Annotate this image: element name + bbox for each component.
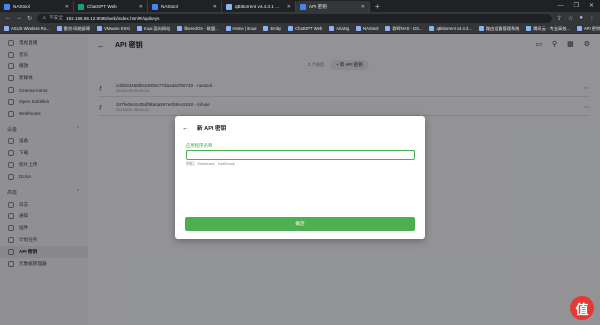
bookmarks-bar: ASUS Wireless Ro... 雷池-网络屏障 VMware ESXi Kua… bbox=[0, 24, 600, 34]
bookmark-item[interactable]: API 密钥 - DSGM... bbox=[576, 25, 600, 32]
window-controls: — ❐ ✕ bbox=[558, 1, 600, 12]
bookmark-item[interactable]: VMware ESXi bbox=[97, 26, 130, 31]
bookmark-item[interactable]: Emby bbox=[263, 26, 281, 31]
bookmark-label: ASUS Wireless Ro... bbox=[11, 26, 50, 31]
browser-tab[interactable]: API 密钥 ✕ bbox=[296, 1, 370, 12]
new-tab-button[interactable]: + bbox=[370, 1, 385, 12]
bookmark-favicon-icon bbox=[356, 26, 362, 31]
menu-kebab-icon[interactable]: ⋮ bbox=[589, 15, 595, 22]
maximize-icon[interactable]: ❐ bbox=[574, 1, 579, 12]
browser-tab[interactable]: NAStool ✕ bbox=[0, 1, 74, 12]
bookmark-label: VMware ESXi bbox=[104, 26, 131, 31]
close-window-icon[interactable]: ✕ bbox=[589, 1, 594, 12]
security-label: 不安全 bbox=[49, 15, 63, 20]
bookmark-item[interactable]: Kuai 面向网站 bbox=[137, 26, 170, 32]
bookmark-favicon-icon bbox=[526, 26, 532, 31]
bookmark-favicon-icon bbox=[97, 26, 103, 31]
bookmark-favicon-icon bbox=[263, 26, 269, 31]
bookmark-label: Home | iKuai bbox=[232, 26, 257, 31]
tab-title: qBittorrent v4.4.3.1 Web UI bbox=[235, 4, 284, 9]
bookmark-item[interactable]: Home | iKuai bbox=[225, 26, 257, 31]
address-bar[interactable]: ⚠ 不安全 192.168.66.12:8096/web/index.html#… bbox=[37, 13, 552, 23]
dialog-title: 新 API 密钥 bbox=[197, 126, 227, 132]
favicon-icon bbox=[78, 3, 84, 10]
tab-close-icon[interactable]: ✕ bbox=[65, 4, 69, 10]
bookmark-item[interactable]: ChatGPT Web bbox=[288, 26, 322, 31]
bookmark-item[interactable]: filteredOS - 联盟... bbox=[177, 25, 219, 32]
tab-title: NAStool bbox=[13, 4, 30, 9]
app-name-input[interactable] bbox=[186, 150, 415, 160]
favicon-icon bbox=[300, 3, 306, 10]
bookmark-favicon-icon bbox=[137, 26, 143, 31]
bookmark-favicon-icon bbox=[56, 26, 62, 31]
browser-tab-strip: NAStool ✕ ChatGPT Web ✕ NAStool ✕ qBittorrent … bbox=[0, 0, 600, 12]
bookmark-item[interactable]: qBittorrent v4.4.3... bbox=[429, 26, 472, 31]
bookmark-label: 路由设备管理系统 bbox=[485, 25, 520, 31]
back-nav-icon[interactable]: ← bbox=[5, 15, 11, 21]
forward-nav-icon[interactable]: → bbox=[16, 15, 22, 21]
bookmark-label: Emby bbox=[270, 26, 282, 31]
bookmark-favicon-icon bbox=[329, 26, 335, 31]
bookmark-item[interactable]: 雷池-网络屏障 bbox=[56, 25, 91, 32]
favicon-icon bbox=[226, 3, 232, 10]
bookmark-item[interactable]: 群晖NAS - DS... bbox=[385, 26, 422, 32]
bookmark-favicon-icon bbox=[4, 26, 9, 31]
tab-close-icon[interactable]: ✕ bbox=[139, 4, 143, 10]
bookmark-label: AriaNg bbox=[336, 26, 350, 31]
tab-title: NAStool bbox=[161, 4, 178, 9]
bookmark-star-icon[interactable]: ☆ bbox=[568, 15, 573, 22]
bookmark-favicon-icon bbox=[288, 26, 294, 31]
bookmark-label: 腾讯云 - 专业高效... bbox=[533, 25, 570, 31]
favicon-icon bbox=[4, 3, 10, 10]
bookmark-favicon-icon bbox=[225, 26, 231, 31]
browser-toolbar: ← → ↻ ⚠ 不安全 192.168.66.12:8096/web/index… bbox=[0, 12, 600, 24]
tab-close-icon[interactable]: ✕ bbox=[361, 4, 365, 10]
tab-close-icon[interactable]: ✕ bbox=[213, 4, 217, 10]
browser-tab[interactable]: qBittorrent v4.4.3.1 Web UI✕ bbox=[222, 1, 296, 12]
share-icon[interactable]: ⇪ bbox=[557, 15, 562, 22]
tab-title: API 密钥 bbox=[309, 3, 327, 9]
app-name-label: 应用程序名称 bbox=[186, 143, 213, 148]
bookmark-label: filteredOS - 联盟... bbox=[184, 25, 219, 31]
app-name-hint: 例如：Sickbeard、NzbDrone bbox=[186, 162, 236, 166]
bookmark-item[interactable]: ASUS Wireless Ro... bbox=[4, 26, 50, 31]
watermark-logo: 值 bbox=[570, 296, 594, 320]
browser-tab[interactable]: NAStool ✕ bbox=[148, 1, 222, 12]
bookmark-label: 群晖NAS - DS... bbox=[392, 25, 423, 31]
dialog-back-icon[interactable]: ← bbox=[182, 125, 189, 132]
profile-icon[interactable]: ● bbox=[579, 15, 583, 22]
bookmark-label: 雷池-网络屏障 bbox=[63, 25, 91, 31]
new-api-key-dialog: ← 新 API 密钥 应用程序名称 例如：Sickbeard、NzbDrone … bbox=[175, 116, 425, 239]
bookmark-favicon-icon bbox=[177, 26, 183, 31]
bookmark-label: NAStool bbox=[363, 26, 379, 31]
bookmark-item[interactable]: AriaNg bbox=[329, 26, 349, 31]
bookmark-favicon-icon bbox=[576, 26, 582, 31]
bookmark-label: API 密钥 - DSGM... bbox=[583, 25, 600, 31]
bookmark-item[interactable]: 腾讯云 - 专业高效... bbox=[526, 26, 570, 32]
reload-icon[interactable]: ↻ bbox=[27, 15, 32, 22]
bookmark-favicon-icon bbox=[429, 26, 435, 31]
tab-title: ChatGPT Web bbox=[87, 4, 117, 9]
browser-tab[interactable]: ChatGPT Web ✕ bbox=[74, 1, 148, 12]
favicon-icon bbox=[152, 3, 158, 10]
bookmark-favicon-icon bbox=[478, 26, 484, 31]
bookmark-favicon-icon bbox=[385, 26, 391, 31]
url-text: 192.168.66.12:8096/web/index.html#!/apik… bbox=[65, 15, 160, 21]
bookmark-label: Kuai 面向网站 bbox=[144, 25, 171, 31]
confirm-button[interactable]: 确定 bbox=[185, 217, 415, 231]
bookmark-label: ChatGPT Web bbox=[295, 26, 323, 31]
bookmark-item[interactable]: 路由设备管理系统 bbox=[478, 25, 520, 32]
minimize-icon[interactable]: — bbox=[558, 1, 564, 12]
warning-icon: ⚠ bbox=[42, 15, 47, 20]
tab-close-icon[interactable]: ✕ bbox=[287, 4, 291, 10]
bookmark-item[interactable]: NAStool bbox=[356, 26, 378, 31]
bookmark-label: qBittorrent v4.4.3... bbox=[436, 26, 472, 31]
